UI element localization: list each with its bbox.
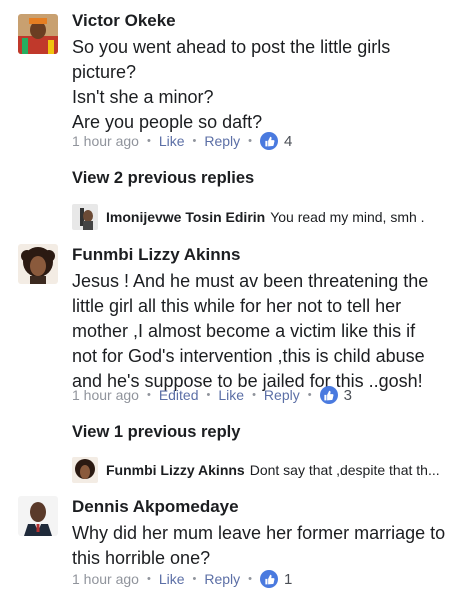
comment-line: picture? [72,62,137,82]
comment-author[interactable]: Funmbi Lizzy Akinns [72,244,460,266]
reply-button[interactable]: Reply [204,571,240,587]
separator-dot: • [192,135,197,147]
comment-line: not for God's intervention ,this is chil… [72,346,425,366]
reaction-count[interactable]: 1 [284,571,292,588]
reply-text: You read my mind, smh . [270,209,425,225]
view-previous-replies-link[interactable]: View 2 previous replies [72,169,254,188]
edited-label[interactable]: Edited [159,387,199,403]
avatar-image [72,457,98,483]
timestamp[interactable]: 1 hour ago [72,133,139,149]
comment-text: Jesus ! And he must av been threatening … [72,269,460,394]
separator-dot: • [206,389,211,401]
comment-author[interactable]: Victor Okeke [72,10,460,32]
thumbs-up-icon[interactable] [260,132,279,150]
separator-dot: • [248,573,253,585]
like-button[interactable]: Like [218,387,244,403]
separator-dot: • [146,573,151,585]
comment-line: Jesus ! And he must av been threatening … [72,271,429,291]
comment-line: Isn't she a minor? [72,87,214,107]
reply-button[interactable]: Reply [204,133,240,149]
avatar-image [18,14,58,54]
separator-dot: • [307,389,312,401]
comment-line: So you went ahead to post the little gir… [72,37,391,57]
comment-author[interactable]: Dennis Akpomedaye [72,496,460,518]
like-button[interactable]: Like [159,133,185,149]
separator-dot: • [146,389,151,401]
separator-dot: • [252,389,256,401]
avatar[interactable] [18,14,58,54]
reply-preview[interactable]: Funmbi Lizzy Akinns Dont say that ,despi… [72,456,464,484]
thumbs-up-icon[interactable] [260,570,279,588]
reply-preview[interactable]: Imonijevwe Tosin Edirin You read my mind… [72,203,464,231]
like-button[interactable]: Like [159,571,185,587]
comment-line: mother ,I almost become a victim like th… [72,321,416,341]
avatar-image [18,244,58,284]
comment-line: Why did her mum leave her former marriag… [72,523,446,543]
reply-author[interactable]: Imonijevwe Tosin Edirin [106,209,265,225]
separator-dot: • [192,573,197,585]
comment-line: little girl all this while for her not t… [72,296,402,316]
avatar [72,204,98,230]
thumbs-up-icon[interactable] [319,386,338,404]
separator-dot: • [146,135,151,147]
separator-dot: • [248,135,253,147]
comment-text: So you went ahead to post the little gir… [72,35,460,135]
reaction-count[interactable]: 3 [344,387,352,404]
comment-actions: 1 hour ago • Edited • Like • Reply • 3 [72,384,352,406]
comment-text: Why did her mum leave her former marriag… [72,521,460,571]
avatar[interactable] [18,496,58,536]
reply-button[interactable]: Reply [264,387,300,403]
timestamp[interactable]: 1 hour ago [72,387,139,403]
reply-author[interactable]: Funmbi Lizzy Akinns [106,462,245,478]
timestamp[interactable]: 1 hour ago [72,571,139,587]
comment-actions: 1 hour ago • Like • Reply • 4 [72,130,292,152]
reaction-count[interactable]: 4 [284,133,292,150]
comment-actions: 1 hour ago • Like • Reply • 1 [72,568,292,590]
avatar [72,457,98,483]
view-previous-replies-link[interactable]: View 1 previous reply [72,423,240,442]
avatar-image [72,204,98,230]
avatar-image [18,496,58,536]
avatar[interactable] [18,244,58,284]
reply-text: Dont say that ,despite that th... [249,462,440,478]
